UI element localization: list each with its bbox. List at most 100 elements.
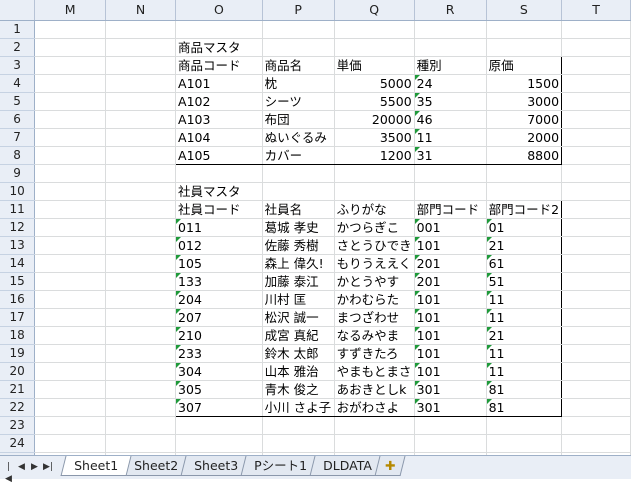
cell-M13[interactable] [34,236,107,255]
cell-N1[interactable] [105,20,177,39]
column-header-N[interactable]: N [105,0,177,21]
cell-N23[interactable] [105,416,177,435]
first-sheet-icon[interactable]: |◀ [4,461,13,485]
cell-R1[interactable] [414,20,487,39]
row-header[interactable]: 17 [0,308,36,327]
row-header[interactable]: 2 [0,38,36,57]
cell-N24[interactable] [105,434,177,453]
cell-Q1[interactable] [334,20,415,39]
column-header-M[interactable]: M [34,0,107,21]
cell-S6[interactable]: 7000 [486,110,563,129]
cell-N15[interactable] [105,272,177,291]
row-header[interactable]: 24 [0,434,36,453]
cell-R3[interactable]: 種別 [414,55,487,75]
cell-Q23[interactable] [334,416,415,435]
cell-N10[interactable] [105,182,177,201]
cell-T23[interactable] [561,416,631,435]
cell-R17[interactable]: 101 [414,308,487,327]
cell-O4[interactable]: A101 [175,74,263,93]
cell-O23[interactable] [175,416,263,435]
cell-T1[interactable] [561,20,631,39]
column-header-T[interactable]: T [561,0,631,21]
cell-T22[interactable] [561,398,631,417]
cell-T24[interactable] [561,434,631,453]
cell-O16[interactable]: 204 [175,290,263,309]
cell-T17[interactable] [561,308,631,327]
cell-S13[interactable]: 21 [486,236,563,255]
cell-N14[interactable] [105,254,177,273]
cell-N22[interactable] [105,398,177,417]
cell-M3[interactable] [34,56,107,75]
cell-P12[interactable]: 葛城 孝史 [262,218,335,237]
cell-P22[interactable]: 小川 さよ子 [262,398,335,417]
cell-Q24[interactable] [334,434,415,453]
cell-Q6[interactable]: 20000 [334,110,415,129]
cell-M16[interactable] [34,290,107,309]
cell-S2[interactable] [486,38,563,57]
cell-R11[interactable]: 部門コード [414,199,487,219]
cell-M1[interactable] [34,20,107,39]
cell-O7[interactable]: A104 [175,128,263,147]
cell-T14[interactable] [561,254,631,273]
cell-P9[interactable] [262,164,335,183]
cell-Q7[interactable]: 3500 [334,128,415,147]
cell-O19[interactable]: 233 [175,344,263,363]
cell-O20[interactable]: 304 [175,362,263,381]
row-header[interactable]: 7 [0,128,36,147]
cell-R13[interactable]: 101 [414,236,487,255]
row-header[interactable]: 15 [0,272,36,291]
cell-S10[interactable] [486,182,563,201]
cell-O1[interactable] [175,20,263,39]
row-header[interactable]: 13 [0,236,36,255]
row-header[interactable]: 9 [0,164,36,183]
cell-N11[interactable] [105,200,177,219]
cell-O22[interactable]: 307 [175,398,263,417]
cell-R5[interactable]: 35 [414,92,487,111]
cell-S17[interactable]: 11 [486,308,563,327]
cell-P10[interactable] [262,182,335,201]
row-header[interactable]: 3 [0,56,36,75]
cell-M18[interactable] [34,326,107,345]
cell-Q12[interactable]: かつらぎこ [334,218,415,237]
cell-M23[interactable] [34,416,107,435]
cell-M11[interactable] [34,200,107,219]
cell-O5[interactable]: A102 [175,92,263,111]
cell-P24[interactable] [262,434,335,453]
cell-O12[interactable]: 011 [175,218,263,237]
cell-S1[interactable] [486,20,563,39]
cell-S24[interactable] [486,434,563,453]
cell-R15[interactable]: 201 [414,272,487,291]
cell-S21[interactable]: 81 [486,380,563,399]
cell-Q19[interactable]: すずきたろ [334,344,415,363]
insert-sheet-button[interactable]: ✚ [374,456,406,476]
cell-S22[interactable]: 81 [486,398,563,417]
row-header[interactable]: 5 [0,92,36,111]
cell-M5[interactable] [34,92,107,111]
cell-P4[interactable]: 枕 [262,74,335,93]
cell-O15[interactable]: 133 [175,272,263,291]
cell-S18[interactable]: 21 [486,326,563,345]
cell-P5[interactable]: シーツ [262,92,335,111]
cell-O13[interactable]: 012 [175,236,263,255]
cell-M22[interactable] [34,398,107,417]
cell-M15[interactable] [34,272,107,291]
cell-Q18[interactable]: なるみやま [334,326,415,345]
cell-Q21[interactable]: あおきとしk [334,380,415,399]
cell-M17[interactable] [34,308,107,327]
cell-P11[interactable]: 社員名 [262,199,335,219]
cell-N19[interactable] [105,344,177,363]
cell-Q10[interactable] [334,182,415,201]
cell-R19[interactable]: 101 [414,344,487,363]
cell-R14[interactable]: 201 [414,254,487,273]
last-sheet-icon[interactable]: ▶| [43,461,53,485]
cell-Q15[interactable]: かとうやす [334,272,415,291]
cell-M14[interactable] [34,254,107,273]
cell-S20[interactable]: 11 [486,362,563,381]
cell-O2[interactable]: 商品マスタ [175,38,263,57]
cell-S3[interactable]: 原価 [486,55,563,75]
row-header[interactable]: 18 [0,326,36,345]
cell-Q22[interactable]: おがわさよ [334,398,415,417]
cell-O8[interactable]: A105 [175,146,263,165]
cell-Q13[interactable]: さとうひでき [334,236,415,255]
cell-Q17[interactable]: まつざわせ [334,308,415,327]
